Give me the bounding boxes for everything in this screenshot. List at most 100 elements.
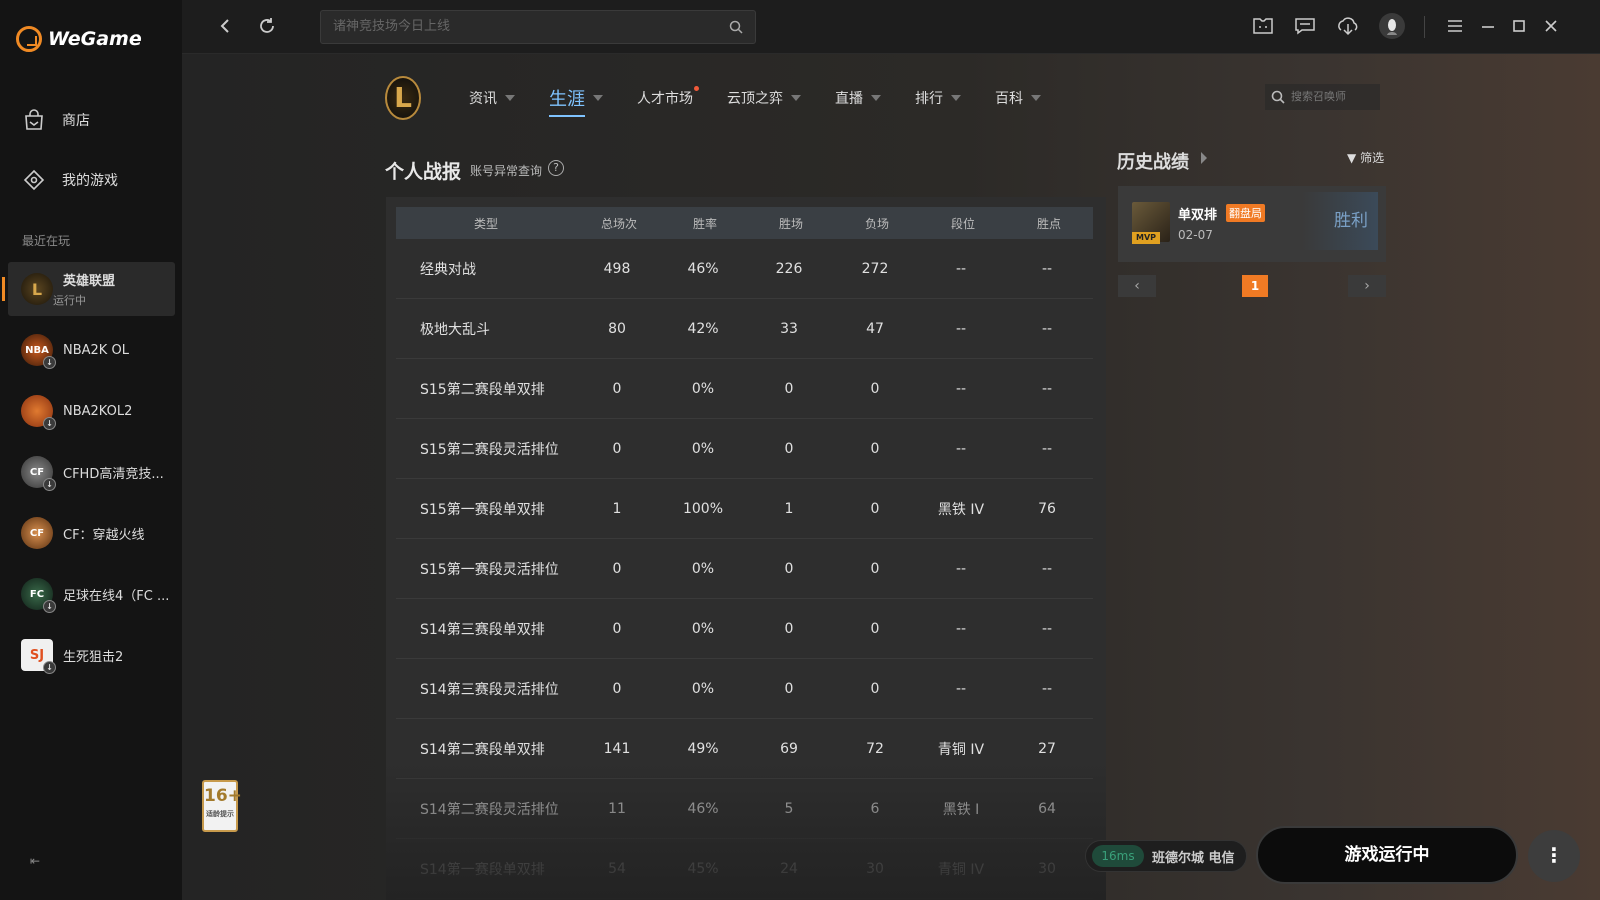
download-icon: ↓ <box>43 478 56 491</box>
summoner-search-placeholder: 搜索召唤师 <box>1291 90 1346 103</box>
summoner-search-input[interactable]: 搜索召唤师 <box>1265 84 1380 110</box>
gamepad-icon <box>22 168 46 192</box>
table-cell: S14第三赛段单双排 <box>420 621 545 638</box>
table-cell: -- <box>955 440 967 457</box>
tab-label: 排行 <box>915 91 943 107</box>
ping-badge: 16ms <box>1092 845 1144 867</box>
table-cell: -- <box>955 380 967 397</box>
search-icon[interactable] <box>729 11 743 47</box>
chevron-down-icon <box>505 95 515 101</box>
game-name: 足球在线4（FC ... <box>63 588 170 604</box>
refresh-icon[interactable] <box>256 15 278 37</box>
shop-bag-icon <box>22 108 46 132</box>
table-cell: 极地大乱斗 <box>420 321 490 338</box>
current-page[interactable]: 1 <box>1242 275 1268 297</box>
filter-icon: ▼ <box>1347 151 1357 165</box>
wegame-logo-text: WeGame <box>48 28 142 50</box>
tab-wiki[interactable]: 百科 <box>995 88 1041 108</box>
nba2kol-game-icon: NBA ↓ <box>21 334 56 369</box>
tab-tft[interactable]: 云顶之弈 <box>727 88 801 108</box>
table-cell: -- <box>1041 320 1053 337</box>
table-cell: 272 <box>861 260 889 277</box>
cfhd-game-icon: CF ↓ <box>21 456 56 491</box>
account-check-link[interactable]: 账号异常查询 <box>470 162 542 179</box>
table-row: S14第三赛段单双排 0 0% 0 0 -- -- <box>396 599 1093 659</box>
menu-icon[interactable] <box>1444 15 1466 37</box>
table-cell: S15第二赛段灵活排位 <box>420 441 559 458</box>
sidebar-item-label: 我的游戏 <box>62 173 118 189</box>
tab-news[interactable]: 资讯 <box>469 88 515 108</box>
table-cell: 黑铁 IV <box>937 501 985 518</box>
collapse-sidebar-icon[interactable]: ⇤ <box>30 854 46 870</box>
controller-icon[interactable] <box>1252 15 1274 37</box>
table-cell: 0% <box>691 620 715 637</box>
sidebar-item-mygames[interactable]: 我的游戏 <box>22 166 118 194</box>
table-cell: 0 <box>784 680 794 697</box>
tab-live[interactable]: 直播 <box>835 88 881 108</box>
table-cell: 0 <box>870 680 880 697</box>
basketball-game-icon: ↓ <box>21 395 56 430</box>
table-row: 经典对战 498 46% 226 272 -- -- <box>396 239 1093 299</box>
table-row: S15第一赛段单双排 1 100% 1 0 黑铁 IV 76 <box>396 479 1093 539</box>
filter-button[interactable]: ▼ 筛选 <box>1347 149 1384 166</box>
table-cell: 0 <box>784 560 794 577</box>
age-rating-badge[interactable]: 16+ 适龄提示 <box>202 780 242 832</box>
tab-ranking[interactable]: 排行 <box>915 88 961 108</box>
tab-label: 云顶之弈 <box>727 91 783 107</box>
user-avatar[interactable] <box>1379 13 1405 39</box>
column-header: 段位 <box>950 216 975 231</box>
server-status[interactable]: 16ms 班德尔城 电信 <box>1085 840 1247 872</box>
recent-game-lol[interactable]: L 英雄联盟 运行中 <box>8 262 175 316</box>
table-cell: 47 <box>866 320 884 337</box>
recent-game-cf[interactable]: CF CF：穿越火线 <box>8 506 175 560</box>
table-cell: 49% <box>687 740 719 757</box>
recent-game-ssjj2[interactable]: SJ ↓ 生死狙击2 <box>8 628 175 682</box>
table-cell: -- <box>955 680 967 697</box>
next-page-button[interactable]: › <box>1348 275 1386 297</box>
sidebar-item-shop[interactable]: 商店 <box>22 106 90 134</box>
minimize-icon[interactable] <box>1477 15 1499 37</box>
global-search-input[interactable]: 诸神竞技场今日上线 <box>320 10 756 44</box>
recent-game-nba2kol2[interactable]: ↓ NBA2KOL2 <box>8 384 175 438</box>
table-cell: 226 <box>775 260 803 277</box>
table-cell: S15第一赛段单双排 <box>420 501 545 518</box>
close-icon[interactable] <box>1540 15 1562 37</box>
table-cell: -- <box>955 320 967 337</box>
download-manager-icon[interactable] <box>1337 15 1359 37</box>
download-icon: ↓ <box>43 600 56 613</box>
back-arrow-icon[interactable] <box>214 15 236 37</box>
table-cell: -- <box>1041 440 1053 457</box>
maximize-icon[interactable] <box>1508 15 1530 37</box>
download-icon: ↓ <box>43 356 56 369</box>
notification-dot <box>694 86 699 91</box>
search-icon <box>1271 84 1285 113</box>
table-cell: 0 <box>612 680 622 697</box>
recent-game-cfhd[interactable]: CF ↓ CFHD高清竞技... <box>8 445 175 499</box>
title-bar: 诸神竞技场今日上线 <box>182 0 1600 54</box>
message-icon[interactable] <box>1294 15 1316 37</box>
lol-logo[interactable]: L <box>385 76 421 120</box>
game-name: NBA2K OL <box>63 342 129 358</box>
wegame-logo[interactable]: WeGame <box>16 24 142 54</box>
chevron-right-icon[interactable] <box>1201 152 1207 164</box>
tab-career[interactable]: 生涯 <box>549 85 603 117</box>
more-options-button[interactable]: ⋮ <box>1528 830 1580 882</box>
sidebar: WeGame 商店 我的游戏 最近在玩 L 英雄联盟 运行中 NBA ↓ NBA2… <box>0 0 182 900</box>
match-card[interactable]: MVP 单双排 翻盘局 02-07 胜利 <box>1118 186 1386 262</box>
game-running-button[interactable]: 游戏运行中 <box>1256 826 1518 884</box>
download-icon: ↓ <box>43 661 56 674</box>
table-cell: 经典对战 <box>420 261 476 278</box>
match-history-title[interactable]: 历史战绩 <box>1117 148 1189 174</box>
tab-talent-market[interactable]: 人才市场 <box>637 86 699 108</box>
help-icon[interactable]: ? <box>548 160 564 176</box>
game-name: CFHD高清竞技... <box>63 466 164 482</box>
separator <box>1424 16 1425 38</box>
prev-page-button[interactable]: ‹ <box>1118 275 1156 297</box>
recent-game-nba2kol[interactable]: NBA ↓ NBA2K OL <box>8 323 175 377</box>
recent-game-fc4[interactable]: FC ↓ 足球在线4（FC ... <box>8 567 175 621</box>
server-name: 班德尔城 电信 <box>1152 850 1235 866</box>
tab-label: 人才市场 <box>637 91 693 107</box>
table-cell: S15第二赛段单双排 <box>420 381 545 398</box>
cf-game-icon: CF <box>21 517 53 549</box>
table-cell: S14第二赛段单双排 <box>420 741 545 758</box>
